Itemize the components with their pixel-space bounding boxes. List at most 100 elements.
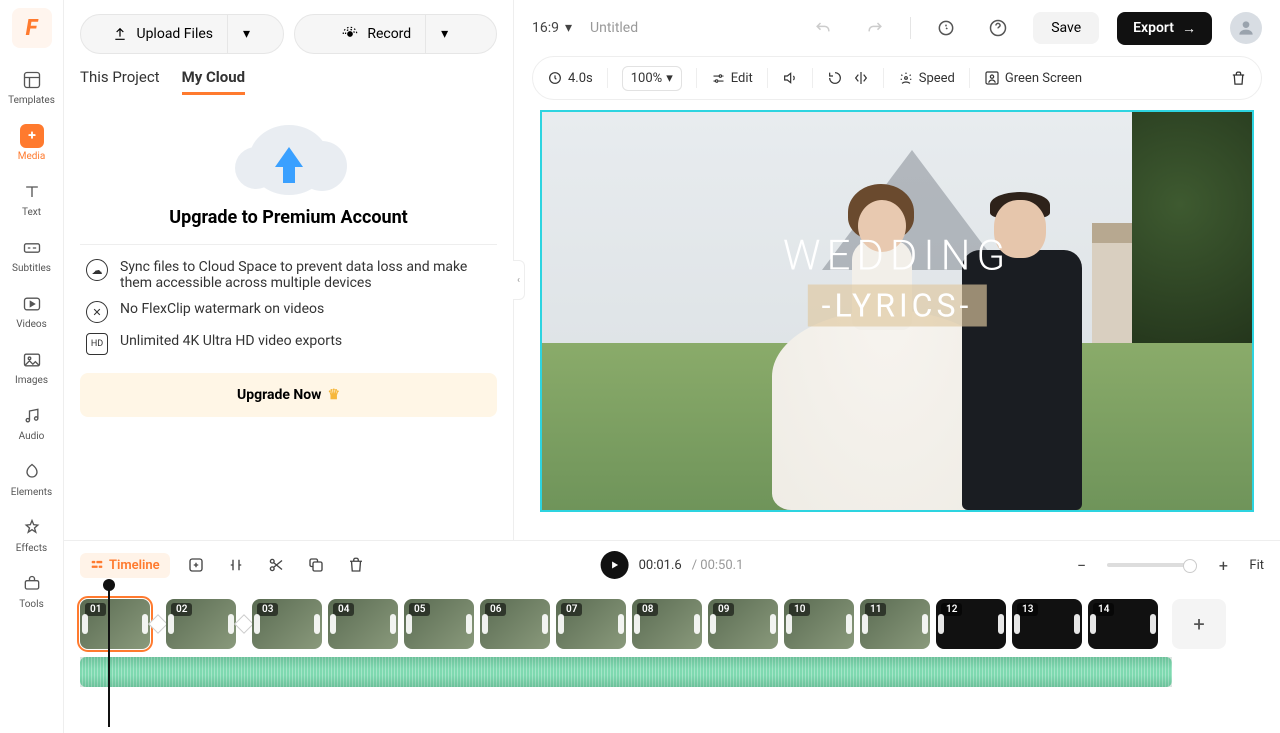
clip-handle-right[interactable] (998, 614, 1004, 634)
clip-handle-left[interactable] (1014, 614, 1020, 634)
timeline-mode-button[interactable]: Timeline (80, 553, 170, 578)
clip-handle-right[interactable] (1074, 614, 1080, 634)
zoom-in-button[interactable]: + (1209, 551, 1237, 579)
clip-handle-right[interactable] (770, 614, 776, 634)
preview-canvas[interactable]: WEDDING -LYRICS- (540, 110, 1254, 512)
save-button[interactable]: Save (1033, 12, 1099, 44)
clip-handle-left[interactable] (330, 614, 336, 634)
zoom-out-button[interactable]: − (1067, 551, 1095, 579)
nav-subtitles[interactable]: Subtitles (0, 228, 64, 284)
flip-button[interactable] (853, 70, 869, 86)
timeline-tracks[interactable]: 01 02 030405060708091011121314 + (80, 599, 1264, 687)
upload-dropdown[interactable]: ▾ (227, 14, 265, 54)
title-overlay[interactable]: WEDDING -LYRICS- (783, 232, 1011, 327)
add-clip-button[interactable]: + (1172, 599, 1226, 649)
history-button[interactable] (929, 11, 963, 45)
clip-handle-left[interactable] (168, 614, 174, 634)
edit-button[interactable]: Edit (711, 71, 753, 86)
clip-handle-right[interactable] (314, 614, 320, 634)
zoom-slider[interactable] (1107, 563, 1197, 567)
clip-handle-left[interactable] (558, 614, 564, 634)
clip-07[interactable]: 07 (556, 599, 626, 649)
cut-button[interactable] (262, 551, 290, 579)
upgrade-now-button[interactable]: Upgrade Now♛ (80, 373, 497, 417)
clip-handle-left[interactable] (710, 614, 716, 634)
clip-handle-left[interactable] (1090, 614, 1096, 634)
rotate-button[interactable] (827, 70, 843, 86)
clip-handle-right[interactable] (142, 614, 148, 634)
redo-button[interactable] (858, 11, 892, 45)
user-avatar[interactable] (1230, 12, 1262, 44)
clip-11[interactable]: 11 (860, 599, 930, 649)
clip-10[interactable]: 10 (784, 599, 854, 649)
app-logo[interactable]: F (12, 8, 52, 48)
fit-button[interactable]: Fit (1249, 558, 1264, 573)
volume-button[interactable] (782, 70, 798, 86)
upload-files-button[interactable]: Upload Files ▾ (80, 14, 284, 54)
clip-handle-right[interactable] (846, 614, 852, 634)
export-button[interactable]: Export→ (1117, 12, 1212, 45)
clip-04[interactable]: 04 (328, 599, 398, 649)
clip-13[interactable]: 13 (1012, 599, 1082, 649)
delete-track-button[interactable] (342, 551, 370, 579)
clip-02[interactable]: 02 (166, 599, 236, 649)
nav-tools[interactable]: Tools (0, 564, 64, 620)
transition-icon (148, 614, 168, 634)
nav-images[interactable]: Images (0, 340, 64, 396)
clip-handle-left[interactable] (862, 614, 868, 634)
clip-handle-left[interactable] (938, 614, 944, 634)
add-track-button[interactable] (182, 551, 210, 579)
transition-button[interactable] (236, 599, 252, 649)
nav-media[interactable]: Media (0, 116, 64, 172)
speed-button[interactable]: Speed (898, 70, 955, 86)
nav-text[interactable]: Text (0, 172, 64, 228)
nav-audio[interactable]: Audio (0, 396, 64, 452)
nav-videos[interactable]: Videos (0, 284, 64, 340)
clip-05[interactable]: 05 (404, 599, 474, 649)
clip-09[interactable]: 09 (708, 599, 778, 649)
clip-12[interactable]: 12 (936, 599, 1006, 649)
video-track[interactable]: 01 02 030405060708091011121314 + (80, 599, 1264, 649)
aspect-ratio-dropdown[interactable]: 16:9▾ (532, 20, 572, 36)
duplicate-button[interactable] (302, 551, 330, 579)
playhead[interactable] (108, 587, 110, 727)
clip-handle-left[interactable] (482, 614, 488, 634)
split-button[interactable] (222, 551, 250, 579)
clip-handle-right[interactable] (542, 614, 548, 634)
clip-handle-right[interactable] (618, 614, 624, 634)
undo-button[interactable] (806, 11, 840, 45)
nav-effects[interactable]: Effects (0, 508, 64, 564)
tab-my-cloud[interactable]: My Cloud (182, 68, 246, 95)
duration-control[interactable]: 4.0s (547, 70, 593, 86)
record-dropdown[interactable]: ▾ (425, 14, 463, 54)
clip-handle-right[interactable] (390, 614, 396, 634)
clip-handle-right[interactable] (1150, 614, 1156, 634)
clip-handle-right[interactable] (922, 614, 928, 634)
collapse-panel-button[interactable]: ‹ (513, 260, 525, 300)
nav-elements[interactable]: Elements (0, 452, 64, 508)
record-button[interactable]: Record ▾ (294, 14, 498, 54)
zoom-dropdown[interactable]: 100%▾ (622, 66, 682, 91)
clip-handle-right[interactable] (228, 614, 234, 634)
project-title-input[interactable]: Untitled (590, 20, 638, 36)
clip-handle-left[interactable] (406, 614, 412, 634)
play-button[interactable] (601, 551, 629, 579)
help-button[interactable] (981, 11, 1015, 45)
clip-01[interactable]: 01 (80, 599, 150, 649)
nav-templates[interactable]: Templates (0, 60, 64, 116)
clip-handle-left[interactable] (82, 614, 88, 634)
transition-button[interactable] (150, 599, 166, 649)
clip-03[interactable]: 03 (252, 599, 322, 649)
clip-handle-left[interactable] (786, 614, 792, 634)
clip-handle-left[interactable] (254, 614, 260, 634)
clip-handle-right[interactable] (466, 614, 472, 634)
green-screen-button[interactable]: Green Screen (984, 70, 1082, 86)
clip-14[interactable]: 14 (1088, 599, 1158, 649)
clip-handle-left[interactable] (634, 614, 640, 634)
delete-clip-button[interactable] (1230, 70, 1247, 87)
clip-06[interactable]: 06 (480, 599, 550, 649)
audio-track[interactable] (80, 657, 1172, 687)
clip-handle-right[interactable] (694, 614, 700, 634)
clip-08[interactable]: 08 (632, 599, 702, 649)
tab-this-project[interactable]: This Project (80, 68, 160, 95)
